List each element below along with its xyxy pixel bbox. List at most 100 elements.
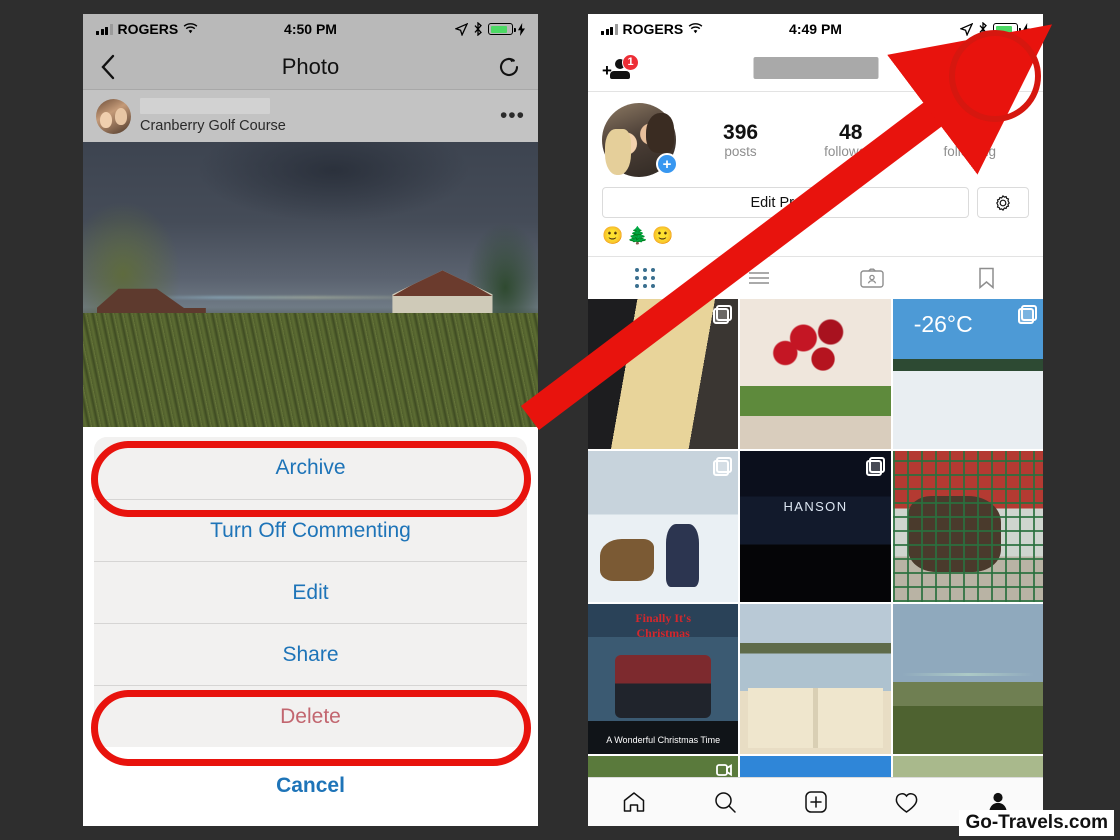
stat-posts[interactable]: 396 posts bbox=[723, 121, 758, 159]
home-icon bbox=[623, 792, 644, 812]
profile-tab-bar bbox=[588, 256, 1043, 299]
post-meta: Cranberry Golf Course bbox=[140, 98, 286, 134]
edit-profile-button[interactable]: Edit Profile bbox=[602, 187, 969, 218]
profile-stats: 396 posts 48 followers 24 following bbox=[690, 121, 1029, 159]
bolt-icon bbox=[518, 22, 525, 36]
stat-posts-label: posts bbox=[724, 144, 757, 160]
add-post-tab[interactable] bbox=[770, 790, 861, 814]
archive-history-clock-icon bbox=[1004, 56, 1026, 79]
open-book bbox=[747, 687, 884, 748]
stat-followers-value: 48 bbox=[839, 120, 863, 144]
grid-cell[interactable] bbox=[892, 603, 1043, 754]
grid-icon bbox=[634, 268, 655, 288]
action-sheet-group: Archive Turn Off Commenting Edit Share D… bbox=[94, 437, 527, 747]
stat-following[interactable]: 24 following bbox=[943, 121, 996, 159]
grid-cell[interactable] bbox=[588, 451, 739, 602]
add-story-button[interactable]: + bbox=[656, 153, 678, 175]
tall-grass bbox=[83, 313, 538, 427]
profile-actions: Edit Profile bbox=[588, 177, 1043, 218]
multi-post-icon bbox=[1017, 305, 1037, 324]
archive-button[interactable] bbox=[1001, 54, 1029, 82]
temperature-label: -26°C bbox=[913, 311, 973, 338]
avatar-detail-left bbox=[605, 129, 631, 175]
album-track-label: A Wonderful Christmas Time bbox=[606, 734, 721, 745]
grid-cell[interactable]: -26°C bbox=[892, 299, 1043, 450]
bookmark-icon bbox=[978, 267, 994, 289]
carrier-label: ROGERS bbox=[622, 21, 684, 37]
grid-cell[interactable] bbox=[892, 451, 1043, 602]
grid-cell[interactable] bbox=[740, 603, 891, 754]
rainbow-arc bbox=[901, 672, 1034, 676]
back-button[interactable] bbox=[100, 54, 116, 80]
list-icon bbox=[748, 272, 769, 284]
battery-icon bbox=[488, 23, 516, 35]
left-nav-bar: Photo bbox=[83, 44, 538, 90]
wifi-icon bbox=[688, 23, 703, 34]
multi-post-icon bbox=[713, 457, 733, 477]
location-arrow-icon bbox=[455, 22, 468, 36]
profile-avatar[interactable]: + bbox=[602, 103, 678, 177]
action-edit[interactable]: Edit bbox=[94, 561, 527, 623]
avatar[interactable] bbox=[96, 98, 131, 134]
chevron-left-icon bbox=[101, 54, 115, 79]
stat-following-value: 24 bbox=[958, 120, 982, 144]
video-icon bbox=[716, 762, 733, 778]
post-location[interactable]: Cranberry Golf Course bbox=[140, 118, 286, 134]
gear-icon bbox=[996, 194, 1010, 211]
tab-tagged[interactable] bbox=[816, 268, 930, 289]
bolt-icon bbox=[1023, 22, 1030, 36]
action-archive[interactable]: Archive bbox=[94, 437, 527, 499]
home-tab[interactable] bbox=[588, 790, 679, 814]
dog-shape bbox=[600, 538, 655, 581]
status-right bbox=[455, 22, 525, 36]
multi-post-icon bbox=[865, 457, 885, 477]
stat-posts-value: 396 bbox=[723, 120, 759, 144]
post-header: Cranberry Golf Course ••• bbox=[83, 90, 538, 142]
status-left: ROGERS bbox=[96, 21, 198, 37]
concert-label: HANSON bbox=[783, 499, 848, 515]
activity-tab[interactable] bbox=[861, 791, 952, 814]
grid-cell[interactable]: Finally It's Christmas A Wonderful Christ… bbox=[588, 603, 739, 754]
grid-cell[interactable] bbox=[588, 299, 739, 450]
plus-square-icon bbox=[804, 791, 827, 813]
storm-cloud bbox=[196, 142, 470, 222]
post-photo bbox=[83, 142, 538, 427]
action-sheet: Archive Turn Off Commenting Edit Share D… bbox=[83, 437, 538, 826]
notification-badge: 1 bbox=[622, 53, 639, 71]
refresh-button[interactable] bbox=[497, 55, 521, 79]
action-turn-off-commenting[interactable]: Turn Off Commenting bbox=[94, 499, 527, 561]
red-roses-photo bbox=[740, 299, 891, 450]
action-share[interactable]: Share bbox=[94, 623, 527, 685]
left-status-bar: ROGERS 4:50 PM bbox=[83, 14, 538, 44]
bluetooth-icon bbox=[474, 22, 482, 36]
battery-icon bbox=[993, 23, 1021, 35]
stat-followers[interactable]: 48 followers bbox=[824, 121, 877, 159]
grid-cell[interactable] bbox=[740, 299, 891, 450]
settings-button[interactable] bbox=[977, 187, 1029, 218]
carrier-label: ROGERS bbox=[117, 21, 179, 37]
status-left: ROGERS bbox=[601, 21, 703, 37]
location-arrow-icon bbox=[960, 22, 973, 36]
signal-bars-icon bbox=[601, 23, 618, 35]
profile-bio: 🙂🌲🙂 bbox=[602, 226, 678, 245]
left-phone-screen: ROGERS 4:50 PM Photo Cranberry Golf Cour… bbox=[83, 14, 538, 826]
action-delete[interactable]: Delete bbox=[94, 685, 527, 747]
photo-grid: -26°C HANSON Finally It's Christmas A Wo… bbox=[588, 299, 1043, 826]
status-right bbox=[960, 22, 1030, 36]
profile-header-bar: + 1 bbox=[588, 44, 1043, 92]
tab-list[interactable] bbox=[702, 270, 816, 286]
tab-saved[interactable] bbox=[929, 267, 1043, 289]
rainbow-field-photo bbox=[892, 603, 1043, 754]
search-icon bbox=[714, 792, 736, 813]
signal-bars-icon bbox=[96, 23, 113, 35]
tagged-person-icon bbox=[860, 268, 885, 288]
search-tab[interactable] bbox=[679, 790, 770, 814]
add-person-button[interactable]: + 1 bbox=[602, 53, 639, 80]
grid-cell[interactable]: HANSON bbox=[740, 451, 891, 602]
multi-post-icon bbox=[713, 305, 733, 324]
ellipsis-icon[interactable]: ••• bbox=[500, 105, 525, 126]
tab-grid[interactable] bbox=[588, 268, 702, 288]
band-photo bbox=[615, 654, 712, 718]
action-cancel[interactable]: Cancel bbox=[94, 755, 527, 817]
screenshot-stage: ROGERS 4:50 PM Photo Cranberry Golf Cour… bbox=[0, 0, 1120, 840]
